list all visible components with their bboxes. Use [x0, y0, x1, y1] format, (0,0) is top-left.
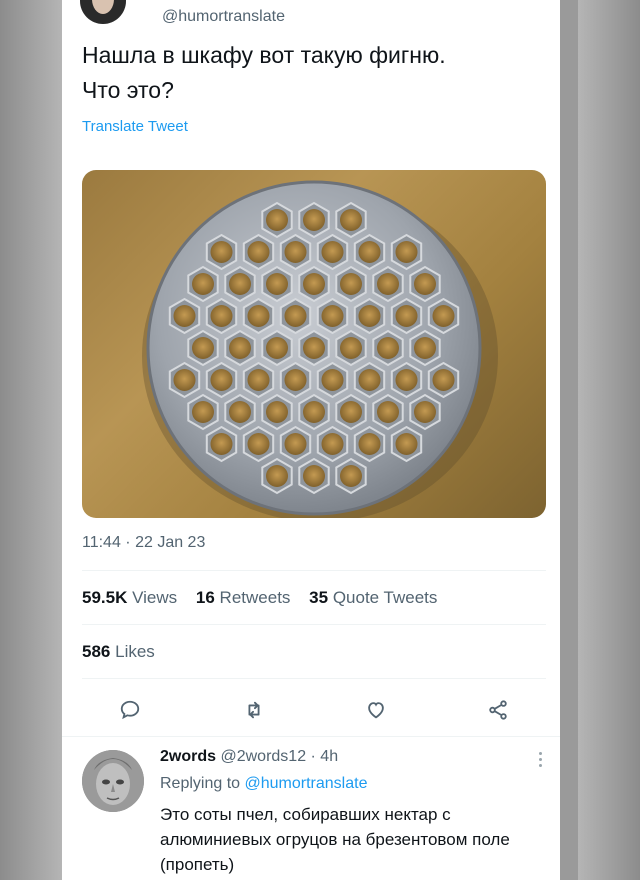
honeycomb-hole [340, 401, 362, 423]
honeycomb-hole [303, 337, 325, 359]
translate-tweet-link[interactable]: Translate Tweet [82, 118, 188, 135]
honeycomb-hole [192, 337, 214, 359]
honeycomb-hole [229, 337, 251, 359]
divider [62, 736, 560, 737]
honeycomb-hole [266, 273, 288, 295]
author-handle[interactable]: @humortranslate [162, 8, 285, 26]
honeycomb-hole [340, 209, 362, 231]
honeycomb-hole [247, 241, 270, 263]
honeycomb-hole [303, 209, 325, 231]
honeycomb-hole [432, 305, 455, 327]
reply-tweet[interactable]: 2words @2words12 · 4h Replying to @humor… [62, 740, 560, 880]
honeycomb-hole [210, 305, 233, 327]
honeycomb-hole [284, 305, 307, 327]
replying-to-mention[interactable]: @humortranslate [245, 775, 368, 792]
action-bar [62, 690, 560, 730]
honeycomb-hole [358, 433, 381, 455]
stats-row: 59.5K Views 16 Retweets 35 Quote Tweets [82, 588, 437, 608]
honeycomb-hole [229, 401, 251, 423]
reply-author-name[interactable]: 2words [160, 748, 216, 765]
honeycomb-hole [414, 401, 436, 423]
divider [82, 570, 546, 571]
honeycomb-hole [358, 241, 381, 263]
background-left [0, 0, 62, 880]
honeycomb-hole [266, 209, 288, 231]
honeycomb-hole [395, 305, 418, 327]
likes-stat[interactable]: 586 Likes [82, 642, 155, 662]
reply-header: 2words @2words12 · 4h [160, 748, 338, 766]
tweet-text: Нашла в шкафу вот такую фигню. Что это? [82, 38, 542, 108]
honeycomb-hole [247, 305, 270, 327]
honeycomb-hole [229, 273, 251, 295]
author-avatar[interactable] [80, 0, 126, 24]
honeycomb-hole [358, 305, 381, 327]
honeycomb-hole [210, 433, 233, 455]
honeycomb-hole [321, 433, 344, 455]
honeycomb-hole [340, 337, 362, 359]
tweet-text-line1: Нашла в шкафу вот такую фигню. [82, 42, 446, 68]
honeycomb-hole [377, 273, 399, 295]
honeycomb-hole [173, 305, 196, 327]
background-right [578, 0, 640, 880]
honeycomb-hole [321, 369, 344, 391]
quote-tweets-stat[interactable]: 35 Quote Tweets [309, 588, 437, 607]
honeycomb-hole [321, 241, 344, 263]
honeycomb-hole [303, 401, 325, 423]
honeycomb-hole [210, 241, 233, 263]
like-icon[interactable] [360, 694, 392, 726]
honeycomb-hole [395, 241, 418, 263]
divider [82, 678, 546, 679]
honeycomb-hole [192, 273, 214, 295]
honeycomb-hole [395, 369, 418, 391]
reply-avatar[interactable] [82, 750, 144, 812]
honeycomb-hole [192, 401, 214, 423]
honeycomb-hole [340, 273, 362, 295]
reply-handle-time: @2words12 · 4h [220, 748, 339, 765]
honeycomb-hole [432, 369, 455, 391]
views-stat: 59.5K Views [82, 588, 178, 607]
honeycomb-hole [266, 401, 288, 423]
tweet-photo[interactable] [82, 170, 546, 518]
honeycomb-hole [377, 401, 399, 423]
tweet-card: @humortranslate Нашла в шкафу вот такую … [62, 0, 560, 880]
honeycomb-hole [173, 369, 196, 391]
retweets-stat[interactable]: 16 Retweets [196, 588, 291, 607]
replying-to: Replying to @humortranslate [160, 775, 368, 792]
reply-icon[interactable] [114, 694, 146, 726]
tweet-timestamp[interactable]: 11:44 · 22 Jan 23 [82, 534, 205, 552]
retweet-icon[interactable] [238, 694, 270, 726]
reply-text: Это соты пчел, собиравших нектар с алюми… [160, 805, 510, 874]
honeycomb-hole [266, 337, 288, 359]
honeycomb-hole [358, 369, 381, 391]
honeycomb-hole [210, 369, 233, 391]
honeycomb-hole [284, 241, 307, 263]
honeycomb-hole [247, 369, 270, 391]
divider [82, 624, 546, 625]
honeycomb-hole [266, 465, 288, 487]
honeycomb-hole [414, 273, 436, 295]
dumpling-mold-image [142, 180, 498, 518]
honeycomb-hole [377, 337, 399, 359]
honeycomb-hole [340, 465, 362, 487]
tweet-text-line2: Что это? [82, 77, 174, 103]
honeycomb-hole [303, 465, 325, 487]
honeycomb-hole [414, 337, 436, 359]
honeycomb-hole [247, 433, 270, 455]
more-options-icon[interactable] [538, 752, 544, 770]
honeycomb-hole [284, 369, 307, 391]
share-icon[interactable] [482, 694, 514, 726]
honeycomb-hole [321, 305, 344, 327]
honeycomb-hole [303, 273, 325, 295]
honeycomb-hole [395, 433, 418, 455]
honeycomb-hole [284, 433, 307, 455]
